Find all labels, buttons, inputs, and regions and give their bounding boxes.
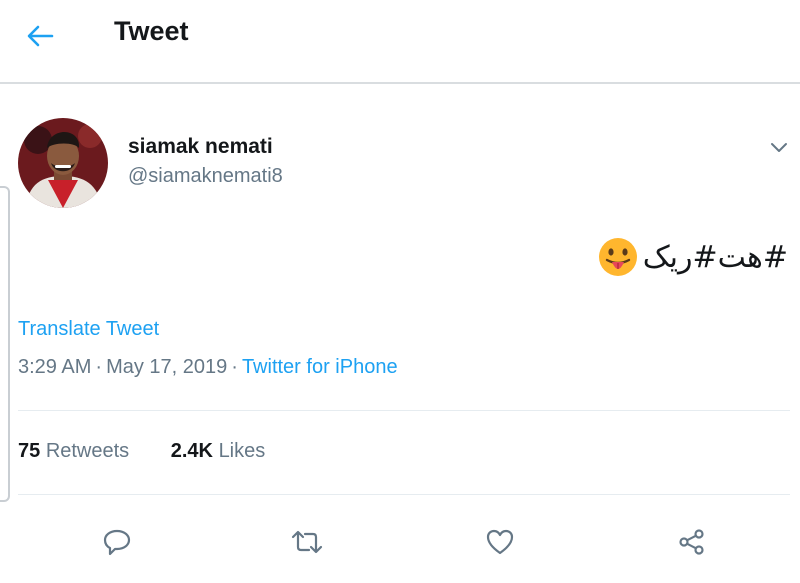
likes-label: Likes — [218, 440, 266, 462]
translate-tweet-link[interactable]: Translate Tweet — [18, 318, 159, 341]
scroll-edge — [0, 186, 10, 502]
share-button[interactable] — [670, 520, 714, 564]
likes-stat[interactable]: 2.4K Likes — [171, 440, 266, 463]
tweet-menu-button[interactable] — [766, 136, 792, 158]
back-button[interactable] — [22, 18, 58, 54]
tweet-date: May 17, 2019 — [106, 356, 228, 378]
retweet-button[interactable] — [285, 520, 329, 564]
tweet-metadata: 3:29 AM · May 17, 2019 · Twitter for iPhone — [18, 356, 398, 379]
tweet-stats: 75 Retweets 2.4K Likes — [18, 440, 265, 463]
retweets-label: Retweets — [45, 440, 130, 462]
retweets-count: 75 — [18, 440, 41, 462]
reply-icon — [103, 529, 131, 556]
meta-separator: · — [231, 356, 238, 378]
meta-separator: · — [95, 356, 103, 378]
retweets-stat[interactable]: 75 Retweets — [18, 440, 129, 463]
top-bar: Tweet — [0, 0, 800, 84]
author-name[interactable]: siamak nemati — [128, 135, 273, 159]
retweet-icon — [291, 530, 323, 554]
author-handle[interactable]: @siamaknemati8 — [128, 165, 283, 188]
chevron-down-icon — [771, 143, 787, 152]
likes-count: 2.4K — [170, 440, 213, 462]
tweet-time: 3:29 AM — [18, 356, 92, 378]
share-icon — [679, 529, 704, 555]
divider — [18, 494, 790, 495]
avatar[interactable] — [18, 118, 108, 208]
reply-button[interactable] — [95, 520, 139, 564]
like-button[interactable] — [478, 520, 522, 564]
like-icon — [486, 529, 514, 555]
divider — [18, 410, 790, 411]
back-arrow-icon — [27, 25, 54, 47]
tweet-source-link[interactable]: Twitter for iPhone — [242, 356, 398, 378]
tweet-body: #هت#ریک — [597, 236, 788, 278]
tongue-emoji-icon — [598, 238, 637, 276]
page-title: Tweet — [114, 16, 189, 46]
tweet-text: #هت#ریک — [642, 239, 788, 275]
tweet-actions — [0, 520, 800, 564]
profile-photo — [18, 118, 108, 208]
